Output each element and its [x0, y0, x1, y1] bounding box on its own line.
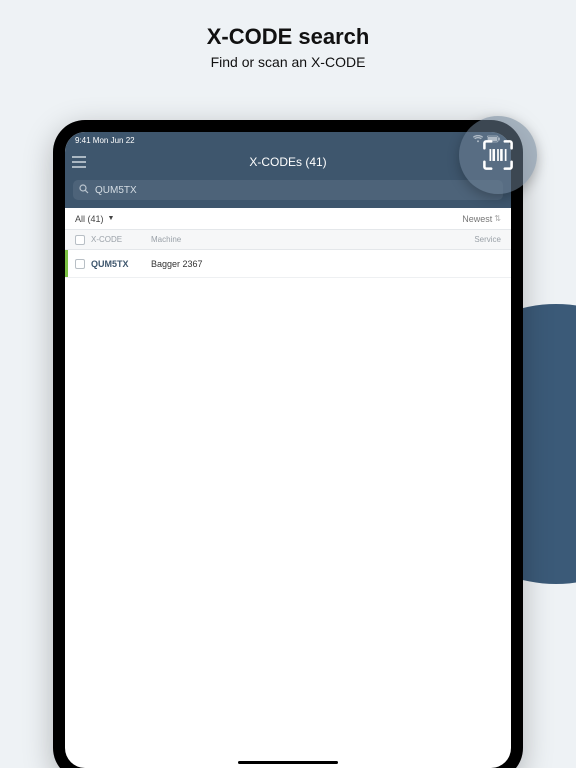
table-row[interactable]: QUM5TX Bagger 2367	[65, 250, 511, 278]
promo-subtitle: Find or scan an X-CODE	[0, 54, 576, 70]
tablet-frame: 9:41 Mon Jun 22 X-CODEs (41) QUM5	[53, 120, 523, 768]
search-input[interactable]: QUM5TX	[73, 180, 503, 200]
table-header: X-CODE Machine Service	[65, 230, 511, 250]
sort-label: Newest	[462, 214, 492, 224]
filter-dropdown[interactable]: All (41) ▼	[75, 214, 114, 224]
promo-title: X-CODE search	[0, 24, 576, 50]
filter-label: All (41)	[75, 214, 104, 224]
row-machine: Bagger 2367	[151, 259, 511, 269]
row-xcode: QUM5TX	[91, 259, 151, 269]
search-bar: QUM5TX	[65, 176, 511, 208]
status-bar: 9:41 Mon Jun 22	[65, 132, 511, 148]
barcode-scan-icon	[475, 132, 521, 178]
screen: 9:41 Mon Jun 22 X-CODEs (41) QUM5	[65, 132, 511, 768]
row-checkbox[interactable]	[69, 259, 91, 269]
search-icon	[79, 184, 89, 197]
column-service[interactable]: Service	[461, 235, 511, 244]
row-status-accent	[65, 250, 68, 277]
column-machine[interactable]: Machine	[151, 235, 461, 244]
home-indicator	[238, 761, 338, 764]
select-all-checkbox[interactable]	[69, 235, 91, 245]
column-xcode[interactable]: X-CODE	[91, 235, 151, 244]
scan-button[interactable]	[459, 116, 537, 194]
filter-row: All (41) ▼ Newest ⇅	[65, 208, 511, 230]
sort-dropdown[interactable]: Newest ⇅	[462, 214, 501, 224]
search-value: QUM5TX	[95, 185, 137, 196]
page-title: X-CODEs (41)	[65, 155, 511, 169]
nav-header: X-CODEs (41)	[65, 148, 511, 176]
sort-arrows-icon: ⇅	[494, 216, 501, 222]
chevron-down-icon: ▼	[108, 215, 115, 222]
status-time: 9:41 Mon Jun 22	[75, 136, 135, 145]
